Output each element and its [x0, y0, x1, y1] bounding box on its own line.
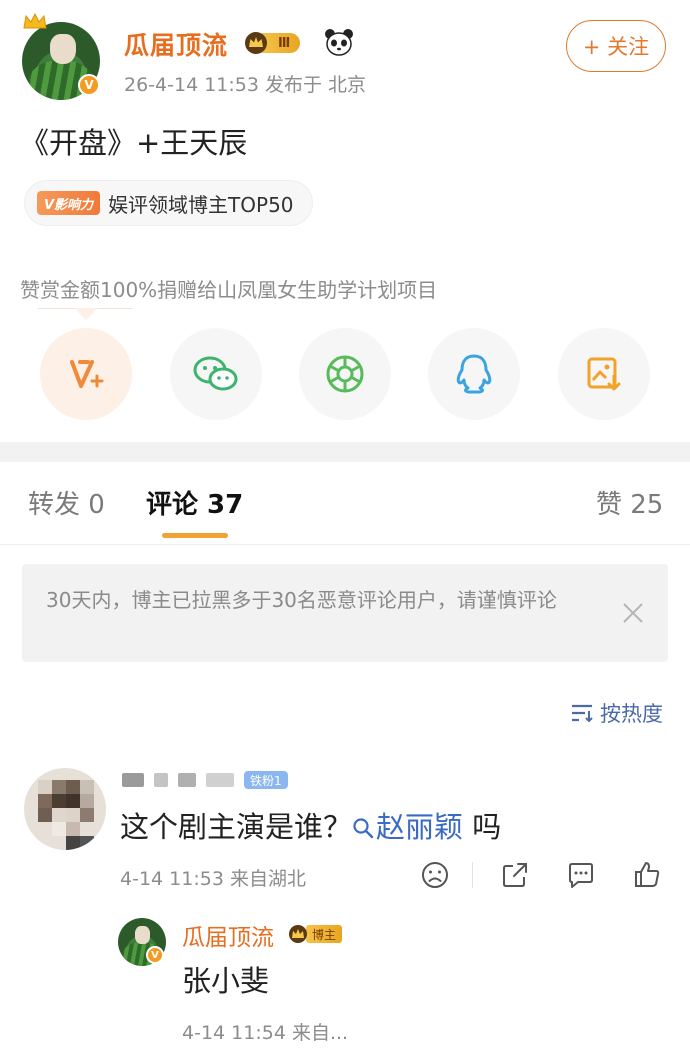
qq-icon	[456, 354, 492, 394]
close-icon[interactable]	[620, 600, 646, 626]
sort-label: 按热度	[600, 702, 663, 726]
commenter-name[interactable]: 铁粉1	[122, 770, 288, 790]
reply-verified-badge-icon: V	[146, 946, 164, 964]
share-row	[0, 328, 690, 420]
tab-repost[interactable]: 转发 0	[28, 484, 105, 521]
influence-text: 娱评领域博主TOP50	[108, 192, 294, 217]
influence-tag[interactable]: V影响力 娱评领域博主TOP50	[24, 180, 313, 226]
save-image-icon	[587, 357, 621, 391]
author-name[interactable]: 瓜届顶流	[124, 26, 228, 62]
share-qq-button[interactable]	[428, 328, 520, 420]
sort-icon	[572, 704, 593, 723]
reply-meta: 4-14 11:54 来自...	[182, 1022, 349, 1044]
comment-notice: 30天内，博主已拉黑多于30名恶意评论用户，请谨慎评论	[22, 564, 668, 662]
search-icon	[353, 818, 374, 839]
blogger-badge: 博主	[288, 922, 343, 946]
donate-note: 赞赏金额100%捐赠给山凤凰女生助学计划项目	[20, 278, 438, 302]
fan-badge: 铁粉1	[244, 771, 288, 789]
panda-icon	[325, 29, 353, 56]
vplus-icon	[70, 360, 104, 388]
wechat-icon	[193, 356, 238, 391]
action-divider	[472, 862, 473, 888]
topic-link[interactable]: 赵丽颖	[352, 810, 463, 844]
share-wechat-button[interactable]	[170, 328, 262, 420]
commenter-avatar[interactable]	[24, 768, 106, 850]
crown-small-icon	[289, 925, 307, 943]
like-icon[interactable]	[630, 858, 664, 892]
post-date-location: 26-4-14 11:53 发布于 北京	[124, 74, 367, 96]
moments-icon	[326, 355, 364, 393]
follow-button[interactable]: + 关注	[566, 20, 666, 72]
crown-icon	[23, 12, 47, 29]
repost-icon[interactable]	[498, 858, 532, 892]
sort-toggle[interactable]: 按热度	[570, 698, 663, 728]
crown-level-icon	[245, 32, 267, 54]
comment-text: 这个剧主演是谁？ 赵丽颖 吗	[120, 810, 502, 844]
post-content: 《开盘》+王天辰	[20, 126, 248, 160]
section-divider	[0, 442, 690, 462]
tab-active-indicator	[162, 533, 228, 538]
tooltip-pointer	[74, 308, 98, 320]
reward-button[interactable]	[40, 328, 132, 420]
tabs-divider	[0, 544, 690, 545]
level-badge[interactable]: Ⅲ	[244, 31, 301, 55]
save-image-button[interactable]	[558, 328, 650, 420]
influence-badge: V影响力	[37, 191, 101, 215]
comment-icon[interactable]	[564, 858, 598, 892]
tab-likes[interactable]: 赞 25	[596, 484, 663, 521]
comment-meta: 4-14 11:53 来自湖北	[120, 868, 306, 890]
dislike-face-icon[interactable]	[418, 858, 452, 892]
reply-text: 张小斐	[182, 964, 270, 998]
tab-comments[interactable]: 评论 37	[146, 484, 243, 521]
reply-author-name[interactable]: 瓜届顶流	[182, 918, 274, 952]
verified-badge-icon: V	[78, 74, 100, 96]
share-moments-button[interactable]	[299, 328, 391, 420]
